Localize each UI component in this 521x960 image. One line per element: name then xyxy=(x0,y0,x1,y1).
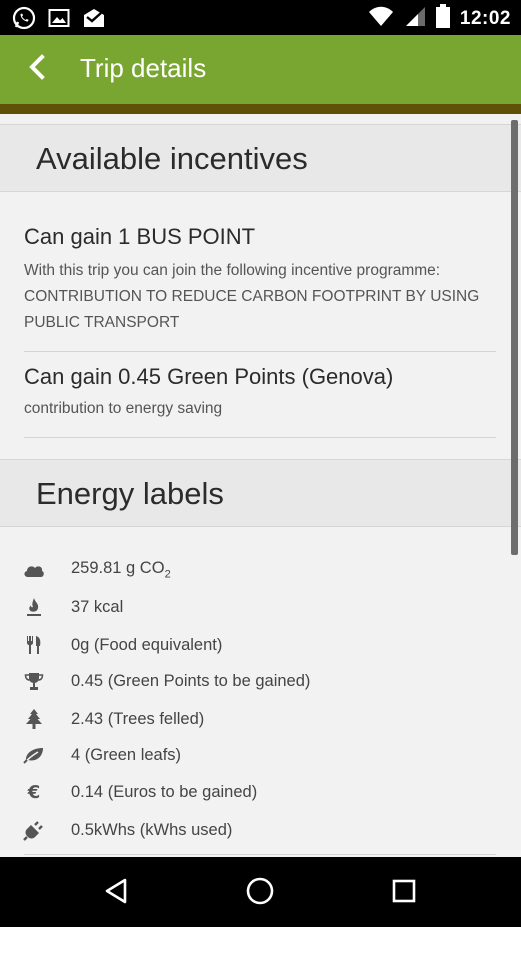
back-button[interactable] xyxy=(20,52,54,86)
cloud-icon xyxy=(22,558,46,582)
energy-row-leafs: 4 (Green leafs) xyxy=(22,740,502,770)
energy-label-text: 0.45 (Green Points to be gained) xyxy=(71,671,311,690)
clock-time: 12:02 xyxy=(459,7,511,29)
app-bar: Trip details xyxy=(0,35,521,104)
trophy-icon xyxy=(22,669,46,693)
euro-icon: € xyxy=(27,781,41,803)
incentive-item: Can gain 1 BUS POINT With this trip you … xyxy=(24,224,496,336)
cutlery-icon xyxy=(22,633,46,657)
inbox-icon xyxy=(82,7,106,34)
energy-row-kwh: 0.5kWhs (kWhs used) xyxy=(22,815,502,845)
whatsapp-icon xyxy=(12,6,36,35)
energy-labels-title: Energy labels xyxy=(36,476,224,511)
battery-icon xyxy=(435,4,450,33)
leaf-icon xyxy=(22,743,46,767)
energy-row-food: 0g (Food equivalent) xyxy=(22,630,502,660)
energy-section-header: Energy labels xyxy=(0,459,521,527)
incentive-heading: Can gain 0.45 Green Points (Genova) xyxy=(24,364,394,389)
scrollbar[interactable] xyxy=(511,120,518,555)
plug-icon xyxy=(22,818,46,842)
status-bar: 12:02 xyxy=(0,0,521,35)
energy-row-co2: 259.81 g CO2 xyxy=(22,555,502,585)
back-triangle-icon xyxy=(103,877,129,910)
incentive-description: With this trip you can join the followin… xyxy=(24,262,480,331)
energy-label-text: 2.43 (Trees felled) xyxy=(71,709,205,728)
incentive-description: contribution to energy saving xyxy=(24,400,223,417)
energy-row-kcal: 37 kcal xyxy=(22,592,502,622)
chevron-left-icon xyxy=(27,53,47,85)
page-title: Trip details xyxy=(80,53,207,83)
flame-icon xyxy=(22,595,46,619)
signal-icon xyxy=(404,5,426,32)
nav-back-button[interactable] xyxy=(96,873,136,913)
home-circle-icon xyxy=(245,876,275,911)
incentive-heading: Can gain 1 BUS POINT xyxy=(24,224,256,249)
tree-icon xyxy=(22,707,46,731)
co2-subscript: 2 xyxy=(164,568,171,581)
app-bar-divider xyxy=(0,104,521,114)
energy-label-text: 4 (Green leafs) xyxy=(71,745,182,764)
nav-home-button[interactable] xyxy=(240,873,280,913)
gallery-icon xyxy=(48,8,70,33)
energy-row-euros: € 0.14 (Euros to be gained) xyxy=(22,777,502,807)
recents-square-icon xyxy=(391,878,417,909)
energy-row-trees: 2.43 (Trees felled) xyxy=(22,704,502,734)
incentives-title: Available incentives xyxy=(36,141,308,176)
bottom-margin xyxy=(0,927,521,960)
system-nav-bar xyxy=(0,857,521,927)
divider xyxy=(24,854,496,855)
energy-label-text: 0g (Food equivalent) xyxy=(71,635,223,654)
nav-recents-button[interactable] xyxy=(384,873,424,913)
incentive-item: Can gain 0.45 Green Points (Genova) cont… xyxy=(24,364,496,422)
energy-row-points: 0.45 (Green Points to be gained) xyxy=(22,666,502,696)
energy-label-text: 37 kcal xyxy=(71,597,124,616)
divider xyxy=(24,351,496,352)
energy-label-text: 0.5kWhs (kWhs used) xyxy=(71,820,233,839)
energy-label-text: 0.14 (Euros to be gained) xyxy=(71,782,258,801)
wifi-icon xyxy=(368,5,394,32)
trip-details-content[interactable]: Available incentives Can gain 1 BUS POIN… xyxy=(0,114,521,857)
incentives-section-header: Available incentives xyxy=(0,124,521,192)
co2-value: 259.81 g CO xyxy=(71,559,165,578)
divider xyxy=(24,437,496,438)
